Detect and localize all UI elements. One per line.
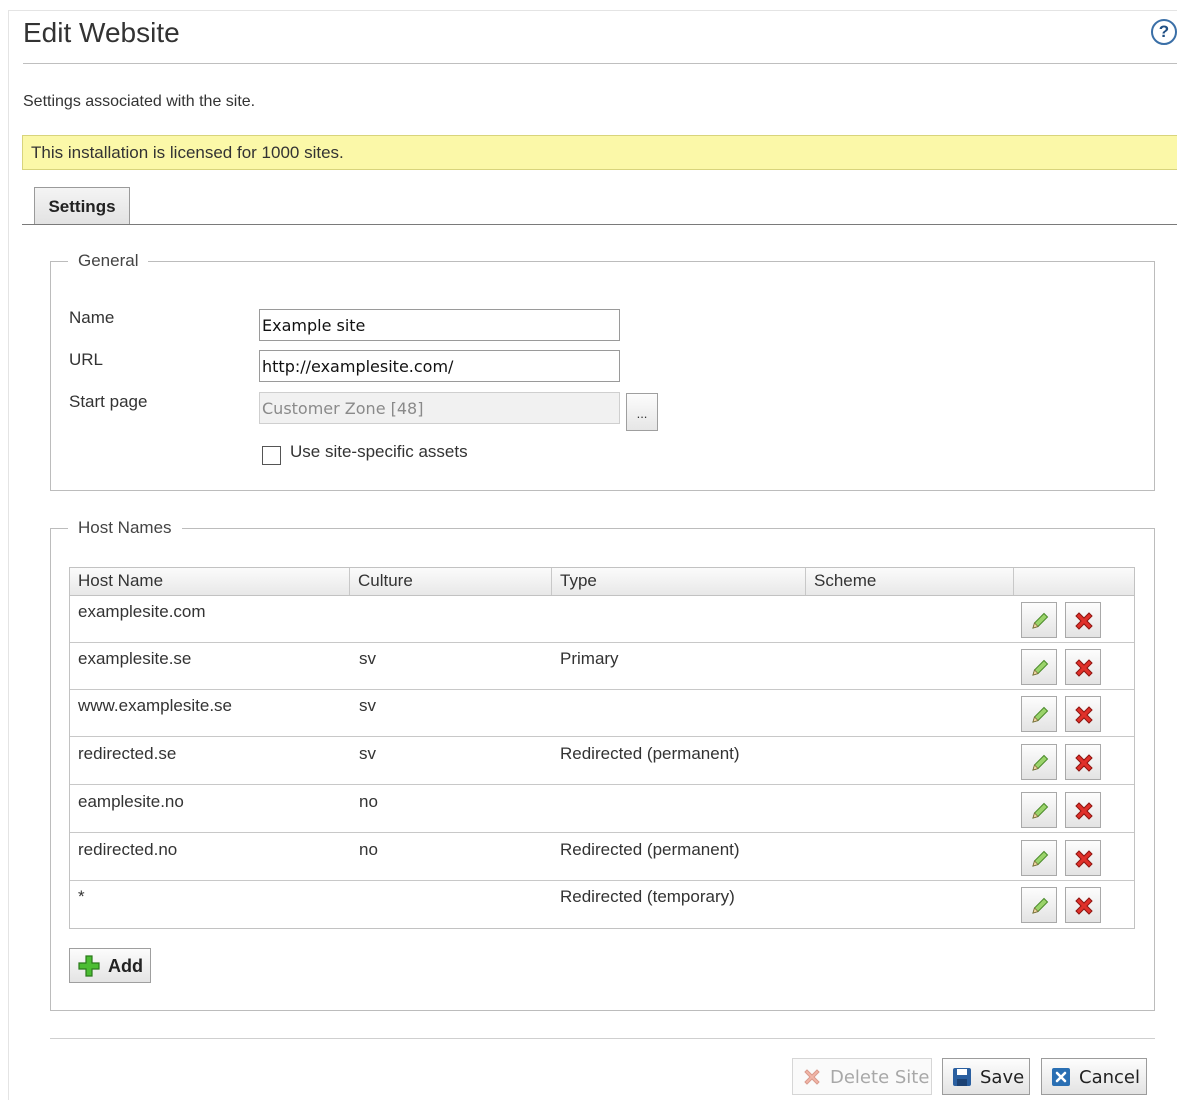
site-specific-assets-checkbox[interactable] (262, 446, 281, 465)
title-divider (23, 63, 1177, 64)
save-button[interactable]: Save (942, 1058, 1030, 1095)
delete-host-button[interactable] (1065, 840, 1101, 876)
column-header-culture[interactable]: Culture (350, 568, 552, 595)
table-row: * Redirected (temporary) (70, 881, 1134, 928)
host-names-legend: Host Names (78, 518, 172, 537)
pencil-icon (1032, 897, 1049, 914)
cancel-button[interactable]: Cancel (1041, 1058, 1147, 1095)
site-specific-assets-label[interactable]: Use site-specific assets (290, 442, 468, 462)
cell-culture: sv (359, 744, 376, 763)
start-page-browse-button[interactable]: ... (626, 393, 658, 431)
column-header-actions (1014, 568, 1135, 595)
page-description: Settings associated with the site. (23, 93, 256, 110)
table-row: redirected.se sv Redirected (permanent) (70, 738, 1134, 785)
edit-host-button[interactable] (1021, 602, 1057, 638)
tab-strip-line (22, 224, 1177, 225)
start-page-label: Start page (69, 392, 148, 411)
add-host-button[interactable]: Add (69, 948, 151, 983)
cell-culture: sv (359, 696, 376, 715)
name-label: Name (69, 308, 115, 327)
url-input[interactable] (259, 350, 620, 382)
cell-host: redirected.no (78, 840, 178, 859)
cell-type: Redirected (permanent) (560, 744, 740, 763)
cell-host: eamplesite.no (78, 792, 184, 811)
url-label: URL (69, 350, 104, 369)
edit-host-button[interactable] (1021, 840, 1057, 876)
pencil-icon (1032, 850, 1049, 867)
delete-host-button[interactable] (1065, 602, 1101, 638)
edit-host-button[interactable] (1021, 887, 1057, 923)
host-names-table: Host Name Culture Type Scheme examplesit… (69, 567, 1135, 929)
delete-host-button[interactable] (1065, 792, 1101, 828)
license-notice: This installation is licensed for 1000 s… (22, 135, 1177, 170)
delete-site-button[interactable]: Delete Site (792, 1058, 932, 1095)
column-header-scheme[interactable]: Scheme (806, 568, 1014, 595)
floppy-disk-icon (953, 1068, 971, 1086)
cell-host: www.examplesite.se (78, 696, 233, 715)
delete-host-button[interactable] (1065, 696, 1101, 732)
cell-host: redirected.se (78, 744, 177, 763)
column-header-type[interactable]: Type (552, 568, 806, 595)
cell-type: Redirected (permanent) (560, 840, 740, 859)
page-title: Edit Website (23, 17, 180, 48)
pencil-icon (1032, 659, 1049, 676)
red-x-icon (1075, 659, 1093, 677)
red-x-icon (804, 1069, 820, 1085)
general-legend: General (78, 251, 139, 270)
start-page-input (259, 392, 620, 424)
edit-host-button[interactable] (1021, 696, 1057, 732)
cell-type: Primary (560, 649, 619, 668)
cell-culture: no (359, 840, 378, 859)
cell-host: examplesite.com (78, 602, 206, 621)
red-x-icon (1075, 802, 1093, 820)
delete-host-button[interactable] (1065, 744, 1101, 780)
edit-host-button[interactable] (1021, 649, 1057, 685)
cell-culture: sv (359, 649, 376, 668)
cell-host: examplesite.se (78, 649, 192, 668)
tab-settings[interactable]: Settings (34, 187, 130, 225)
pencil-icon (1032, 706, 1049, 723)
table-header: Host Name Culture Type Scheme (70, 568, 1134, 596)
red-x-icon (1075, 706, 1093, 724)
red-x-icon (1075, 897, 1093, 915)
cell-type: Redirected (temporary) (560, 887, 735, 906)
pencil-icon (1032, 802, 1049, 819)
column-header-host-name[interactable]: Host Name (70, 568, 350, 595)
cancel-icon (1052, 1068, 1070, 1086)
cancel-label: Cancel (1079, 1067, 1140, 1088)
green-plus-icon (78, 955, 100, 977)
table-row: redirected.no no Redirected (permanent) (70, 834, 1134, 881)
name-input[interactable] (259, 309, 620, 341)
cell-culture: no (359, 792, 378, 811)
table-row: examplesite.com (70, 596, 1134, 643)
table-row: eamplesite.no no (70, 786, 1134, 833)
add-label: Add (108, 956, 143, 976)
cell-host: * (78, 887, 85, 906)
red-x-icon (1075, 612, 1093, 630)
edit-host-button[interactable] (1021, 744, 1057, 780)
table-row: examplesite.se sv Primary (70, 643, 1134, 690)
red-x-icon (1075, 850, 1093, 868)
delete-site-label: Delete Site (830, 1067, 930, 1088)
edit-host-button[interactable] (1021, 792, 1057, 828)
help-icon[interactable]: ? (1151, 19, 1177, 45)
delete-host-button[interactable] (1065, 887, 1101, 923)
save-label: Save (980, 1067, 1025, 1088)
pencil-icon (1032, 612, 1049, 629)
red-x-icon (1075, 754, 1093, 772)
table-row: www.examplesite.se sv (70, 690, 1134, 737)
delete-host-button[interactable] (1065, 649, 1101, 685)
pencil-icon (1032, 754, 1049, 771)
footer-divider (50, 1038, 1155, 1039)
